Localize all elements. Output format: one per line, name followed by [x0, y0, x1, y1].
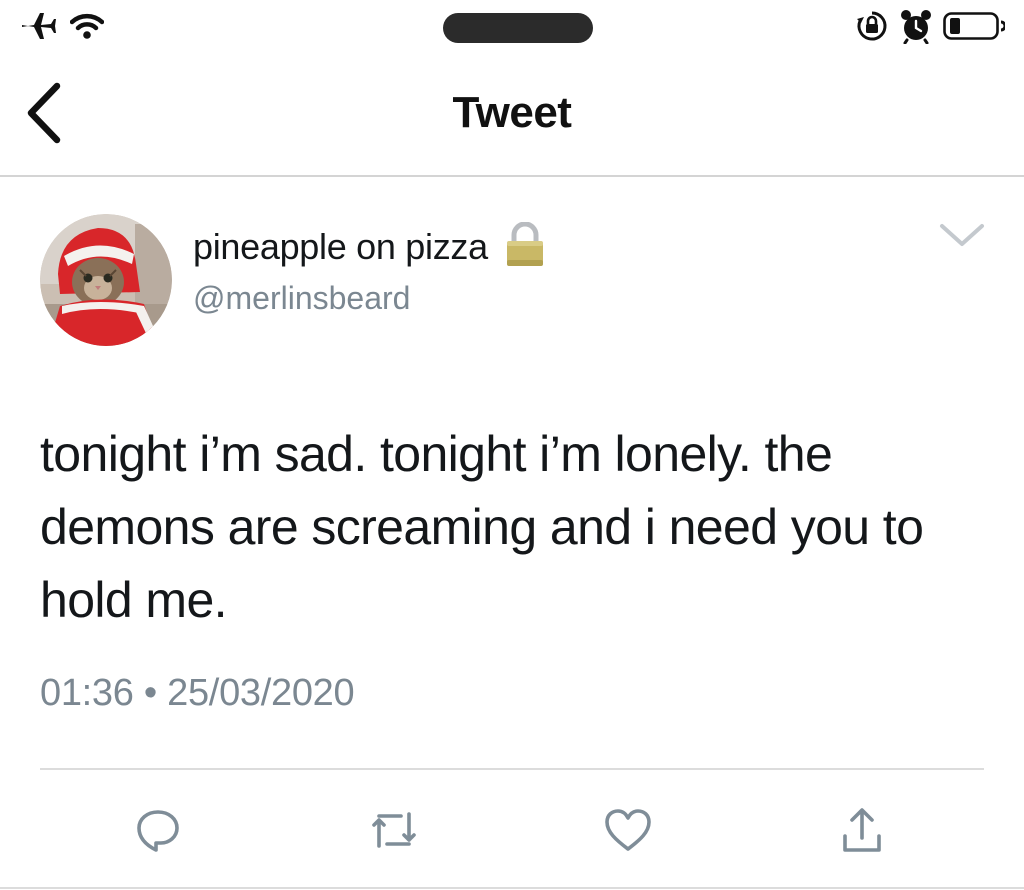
wifi-icon [69, 12, 105, 45]
tweet-timestamp[interactable]: 01:36 • 25/03/2020 [40, 672, 355, 715]
page-title: Tweet [452, 88, 572, 137]
avatar[interactable] [40, 214, 172, 346]
airplane-icon [20, 10, 56, 47]
like-button[interactable] [600, 804, 656, 860]
status-right [855, 8, 1007, 49]
display-name[interactable]: pineapple on pizza [193, 226, 488, 268]
reply-icon [134, 806, 182, 859]
share-button[interactable] [834, 804, 890, 860]
tweet-time: 01:36 [40, 672, 134, 714]
user-handle[interactable]: @merlinsbeard [193, 280, 410, 317]
navigation-bar: Tweet [0, 60, 1024, 177]
reply-button[interactable] [130, 804, 186, 860]
orientation-lock-icon [855, 9, 889, 48]
status-left [20, 10, 105, 47]
like-icon [603, 807, 653, 858]
actions-divider [40, 768, 984, 770]
notch-indicator [443, 13, 593, 43]
tweet-text: tonight i’m sad. tonight i’m lonely. the… [40, 426, 924, 628]
alarm-icon [899, 8, 933, 49]
author-row: pineapple on pizza [193, 221, 546, 273]
battery-icon [943, 11, 1007, 46]
lock-icon [504, 221, 546, 273]
tweet-options-button[interactable] [935, 220, 989, 254]
timestamp-separator: • [143, 672, 157, 714]
retweet-icon [367, 806, 421, 859]
bottom-divider [0, 887, 1024, 889]
chevron-down-icon [938, 221, 986, 254]
tweet-date: 25/03/2020 [167, 672, 355, 714]
retweet-button[interactable] [366, 804, 422, 860]
tweet-detail-screen: Tweet pineapple on pizza @merlinsbeard t… [0, 0, 1024, 890]
share-icon [839, 806, 885, 859]
status-bar [0, 0, 1024, 60]
